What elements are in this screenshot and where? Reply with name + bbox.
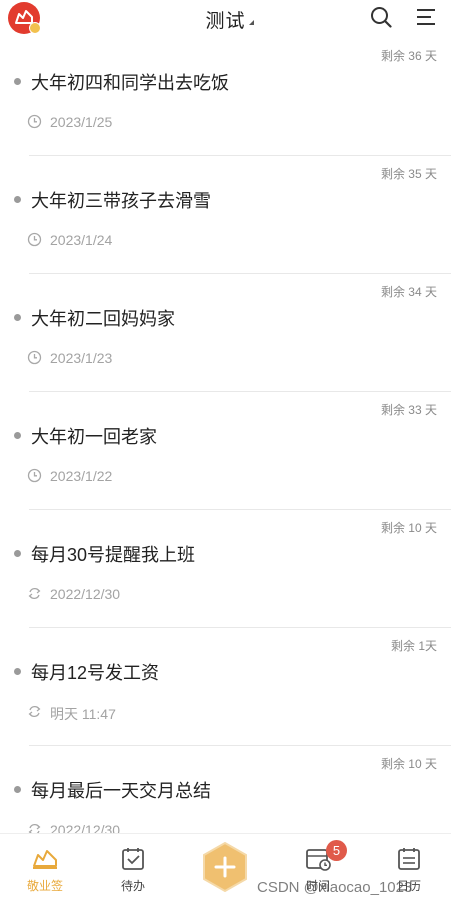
item-title: 大年初一回老家 (31, 427, 157, 447)
item-date: 2023/1/24 (50, 232, 113, 248)
item-title: 每月30号提醒我上班 (31, 545, 196, 565)
item-date: 2023/1/23 (50, 350, 113, 366)
nav-home-label: 敬业签 (26, 879, 63, 893)
nav-home[interactable]: 敬业签 (0, 834, 90, 908)
calendar-icon (398, 848, 420, 870)
clock-icon (27, 114, 42, 129)
repeat-icon (28, 587, 41, 600)
bullet-dot (14, 668, 21, 675)
nav-time[interactable]: 时间 (273, 834, 363, 908)
cloud-sign-icon (33, 850, 57, 869)
remaining-days: 剩余 10 天 (380, 757, 437, 771)
remaining-days: 剩余 33 天 (380, 403, 437, 417)
remaining-days: 剩余 34 天 (380, 285, 437, 299)
item-title: 大年初四和同学出去吃饭 (31, 73, 229, 93)
bullet-dot (14, 550, 21, 557)
watermark: CSDN @xiaocao_1023 (257, 879, 413, 896)
clock-icon (27, 232, 42, 247)
item-title: 每月12号发工资 (31, 663, 160, 683)
search-icon[interactable] (370, 6, 392, 28)
remaining-days: 剩余 35 天 (380, 167, 437, 181)
nav-calendar[interactable]: 日历 (364, 834, 451, 908)
remaining-days: 剩余 1天 (390, 639, 437, 653)
list-item[interactable]: 剩余 35 天 大年初三带孩子去滑雪 2023/1/24 (0, 156, 451, 274)
bullet-dot (14, 78, 21, 85)
reminder-list: 剩余 36 天 大年初四和同学出去吃饭 2023/1/25 剩余 35 天 大年… (0, 38, 451, 864)
item-date: 2023/1/22 (50, 468, 113, 484)
bottom-nav: 敬业签 待办 时间 5 日历 (0, 833, 451, 908)
list-item[interactable]: 剩余 34 天 大年初二回妈妈家 2023/1/23 (0, 274, 451, 392)
bullet-dot (14, 314, 21, 321)
item-date: 2022/12/30 (50, 586, 121, 602)
item-title: 每月最后一天交月总结 (31, 781, 211, 801)
add-button[interactable] (200, 842, 250, 892)
remaining-days: 剩余 36 天 (380, 49, 437, 63)
item-date: 2023/1/25 (50, 114, 113, 130)
bullet-dot (14, 432, 21, 439)
remaining-days: 剩余 10 天 (380, 521, 437, 535)
list-item[interactable]: 剩余 1天 每月12号发工资 明天 11:47 (0, 628, 451, 746)
nav-todo[interactable]: 待办 (88, 834, 178, 908)
item-title: 大年初二回妈妈家 (31, 309, 175, 329)
top-bar: 测试 (0, 0, 451, 38)
checklist-icon (122, 848, 144, 870)
page-title[interactable]: 测试 (205, 6, 245, 33)
clock-icon (27, 350, 42, 365)
list-item[interactable]: 剩余 33 天 大年初一回老家 2023/1/22 (0, 392, 451, 510)
title-dropdown-icon[interactable] (249, 20, 254, 25)
clock-icon (27, 468, 42, 483)
item-title: 大年初三带孩子去滑雪 (31, 191, 211, 211)
app-screen: 测试 剩余 36 天 大年初四和同学出去吃饭 2023/1/25 剩余 35 天… (0, 0, 451, 908)
list-item[interactable]: 剩余 36 天 大年初四和同学出去吃饭 2023/1/25 (0, 38, 451, 156)
repeat-icon (28, 705, 41, 718)
menu-icon[interactable] (416, 7, 436, 27)
bullet-dot (14, 196, 21, 203)
list-item[interactable]: 剩余 10 天 每月30号提醒我上班 2022/12/30 (0, 510, 451, 628)
notification-badge: 5 (326, 840, 347, 861)
item-date: 明天 11:47 (50, 706, 116, 722)
bullet-dot (14, 786, 21, 793)
nav-todo-label: 待办 (120, 879, 145, 893)
